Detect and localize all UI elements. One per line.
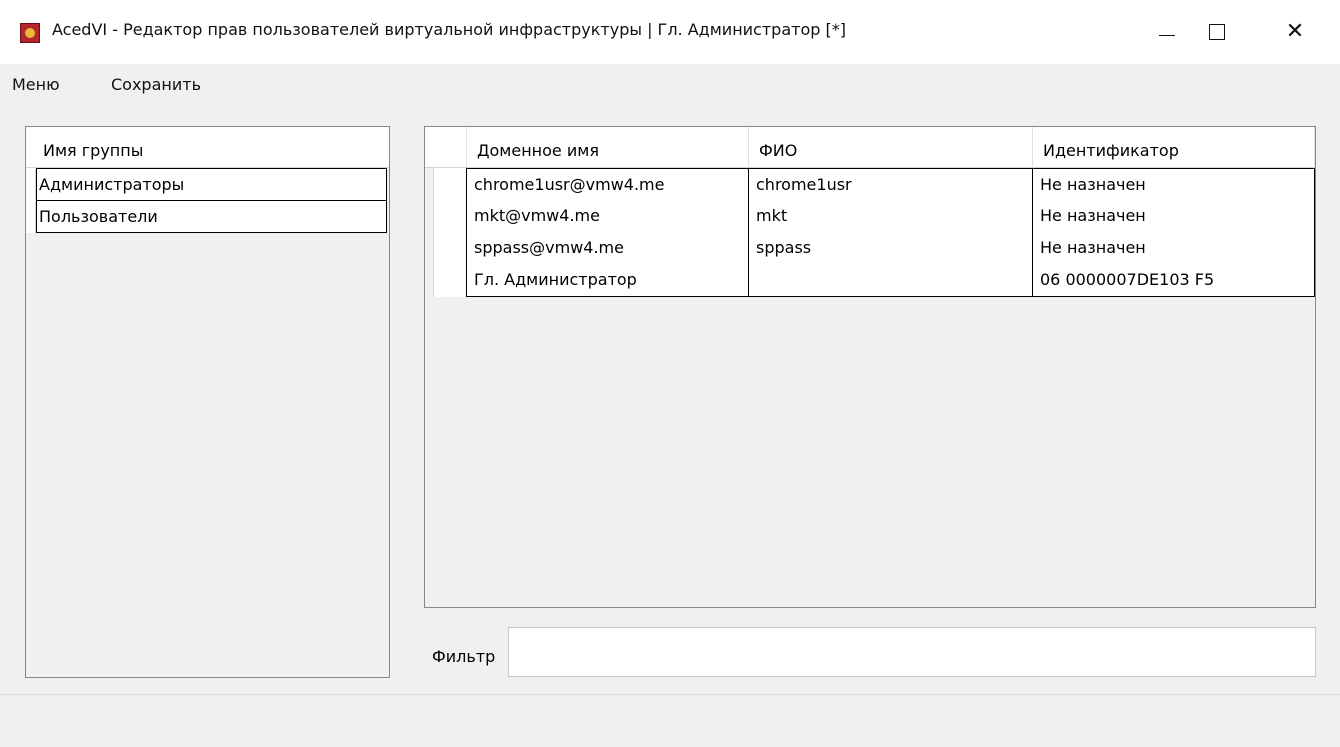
maximize-button[interactable] <box>1194 12 1240 52</box>
row-header[interactable] <box>433 168 467 201</box>
filter-input[interactable] <box>508 627 1316 677</box>
cell-text: Не назначен <box>1040 175 1146 194</box>
menu-item-save[interactable]: Сохранить <box>111 75 201 94</box>
group-row-administrators[interactable]: Администраторы <box>36 168 387 201</box>
groups-header[interactable]: Имя группы <box>26 127 389 168</box>
menu-bar: Меню Сохранить <box>0 64 1340 110</box>
users-header: Доменное имя ФИО Идентификатор <box>425 127 1315 168</box>
cell-text: chrome1usr@vmw4.me <box>474 175 665 194</box>
group-name: Пользователи <box>39 207 158 226</box>
cell-domain[interactable]: Гл. Администратор <box>467 264 749 297</box>
cell-domain[interactable]: sppass@vmw4.me <box>467 232 749 265</box>
column-header-label: Идентификатор <box>1043 141 1179 160</box>
filter-label: Фильтр <box>432 647 496 666</box>
app-logo-icon <box>20 23 40 43</box>
group-row-header[interactable] <box>26 168 36 201</box>
cell-id[interactable]: Не назначен <box>1033 232 1315 265</box>
users-grid[interactable]: Доменное имя ФИО Идентификатор chrome1us… <box>424 126 1316 608</box>
groups-header-label: Имя группы <box>43 141 144 160</box>
cell-id[interactable]: 06 0000007DE103 F5 <box>1033 264 1315 297</box>
group-row-header[interactable] <box>26 200 36 233</box>
window-title: AcedVI - Редактор прав пользователей вир… <box>52 20 846 39</box>
cell-text: Не назначен <box>1040 206 1146 225</box>
header-corner <box>425 127 467 168</box>
cell-domain[interactable]: mkt@vmw4.me <box>467 200 749 233</box>
column-header-id[interactable]: Идентификатор <box>1033 127 1315 168</box>
group-row-users[interactable]: Пользователи <box>36 200 387 233</box>
title-bar: AcedVI - Редактор прав пользователей вир… <box>0 0 1340 64</box>
groups-grid[interactable]: Имя группы Администраторы Пользователи <box>25 126 390 678</box>
cell-fio[interactable] <box>749 264 1033 297</box>
cell-fio[interactable]: sppass <box>749 232 1033 265</box>
column-header-label: Доменное имя <box>477 141 599 160</box>
cell-text: Гл. Администратор <box>474 270 637 289</box>
cell-text: sppass <box>756 238 812 257</box>
maximize-icon <box>1209 24 1225 40</box>
group-name: Администраторы <box>39 175 185 194</box>
status-bar <box>0 694 1340 747</box>
row-header[interactable] <box>433 264 467 297</box>
close-icon: ✕ <box>1285 19 1305 44</box>
column-header-domain[interactable]: Доменное имя <box>467 127 749 168</box>
cell-text: 06 0000007DE103 F5 <box>1040 270 1215 289</box>
cell-fio[interactable]: mkt <box>749 200 1033 233</box>
cell-domain[interactable]: chrome1usr@vmw4.me <box>467 168 749 201</box>
close-button[interactable]: ✕ <box>1272 12 1318 52</box>
cell-fio[interactable]: chrome1usr <box>749 168 1033 201</box>
column-header-label: ФИО <box>759 141 798 160</box>
minimize-button[interactable] <box>1144 12 1190 52</box>
cell-text: mkt <box>756 206 788 225</box>
cell-text: Не назначен <box>1040 238 1146 257</box>
row-header[interactable] <box>433 200 467 233</box>
cell-text: mkt@vmw4.me <box>474 206 600 225</box>
menu-item-menu[interactable]: Меню <box>12 75 60 94</box>
column-header-fio[interactable]: ФИО <box>749 127 1033 168</box>
minimize-icon <box>1159 34 1175 36</box>
cell-text: sppass@vmw4.me <box>474 238 624 257</box>
cell-id[interactable]: Не назначен <box>1033 168 1315 201</box>
cell-id[interactable]: Не назначен <box>1033 200 1315 233</box>
cell-text: chrome1usr <box>756 175 852 194</box>
row-header[interactable] <box>433 232 467 265</box>
